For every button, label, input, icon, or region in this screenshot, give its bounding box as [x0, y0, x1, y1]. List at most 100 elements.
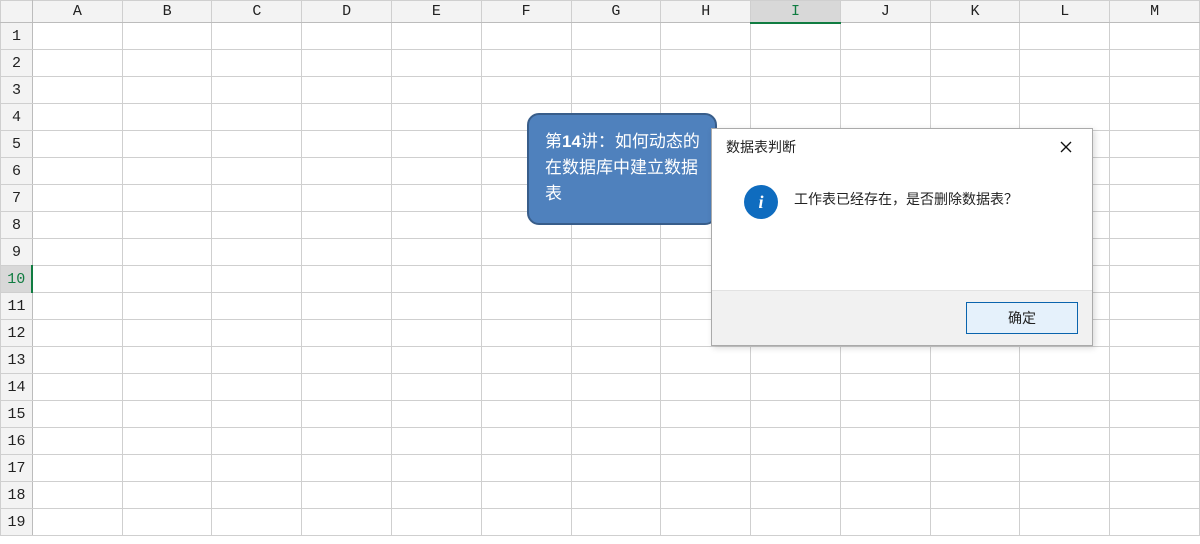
- cell[interactable]: [571, 509, 661, 536]
- cell[interactable]: [481, 428, 571, 455]
- row-header-16[interactable]: 16: [1, 428, 33, 455]
- cell[interactable]: [122, 455, 212, 482]
- cell[interactable]: [32, 239, 122, 266]
- cell[interactable]: [1110, 185, 1200, 212]
- cell[interactable]: [930, 23, 1020, 50]
- cell[interactable]: [32, 50, 122, 77]
- cell[interactable]: [32, 482, 122, 509]
- cell[interactable]: [751, 482, 841, 509]
- cell[interactable]: [122, 23, 212, 50]
- cell[interactable]: [302, 320, 392, 347]
- cell[interactable]: [751, 77, 841, 104]
- cell[interactable]: [392, 131, 482, 158]
- cell[interactable]: [840, 428, 930, 455]
- cell[interactable]: [302, 293, 392, 320]
- cell[interactable]: [212, 266, 302, 293]
- cell[interactable]: [302, 509, 392, 536]
- cell[interactable]: [212, 239, 302, 266]
- row-header-17[interactable]: 17: [1, 455, 33, 482]
- cell[interactable]: [212, 23, 302, 50]
- cell[interactable]: [571, 428, 661, 455]
- cell[interactable]: [751, 509, 841, 536]
- column-header-m[interactable]: M: [1110, 1, 1200, 23]
- cell[interactable]: [302, 77, 392, 104]
- cell[interactable]: [571, 50, 661, 77]
- cell[interactable]: [32, 509, 122, 536]
- cell[interactable]: [1110, 158, 1200, 185]
- cell[interactable]: [1110, 239, 1200, 266]
- cell[interactable]: [1110, 455, 1200, 482]
- row-header-18[interactable]: 18: [1, 482, 33, 509]
- cell[interactable]: [302, 374, 392, 401]
- cell[interactable]: [32, 293, 122, 320]
- cell[interactable]: [1110, 50, 1200, 77]
- cell[interactable]: [1110, 77, 1200, 104]
- cell[interactable]: [930, 509, 1020, 536]
- cell[interactable]: [840, 509, 930, 536]
- cell[interactable]: [840, 455, 930, 482]
- cell[interactable]: [481, 293, 571, 320]
- cell[interactable]: [212, 428, 302, 455]
- cell[interactable]: [751, 347, 841, 374]
- cell[interactable]: [392, 482, 482, 509]
- row-header-7[interactable]: 7: [1, 185, 33, 212]
- cell[interactable]: [840, 347, 930, 374]
- column-header-l[interactable]: L: [1020, 1, 1110, 23]
- cell[interactable]: [122, 185, 212, 212]
- cell[interactable]: [1110, 428, 1200, 455]
- cell[interactable]: [481, 347, 571, 374]
- row-header-5[interactable]: 5: [1, 131, 33, 158]
- cell[interactable]: [840, 374, 930, 401]
- cell[interactable]: [1020, 104, 1110, 131]
- cell[interactable]: [392, 347, 482, 374]
- cell[interactable]: [481, 401, 571, 428]
- cell[interactable]: [930, 347, 1020, 374]
- row-header-6[interactable]: 6: [1, 158, 33, 185]
- cell[interactable]: [302, 131, 392, 158]
- cell[interactable]: [122, 482, 212, 509]
- cell[interactable]: [481, 23, 571, 50]
- cell[interactable]: [661, 455, 751, 482]
- cell[interactable]: [392, 212, 482, 239]
- row-header-3[interactable]: 3: [1, 77, 33, 104]
- cell[interactable]: [661, 482, 751, 509]
- cell[interactable]: [302, 23, 392, 50]
- row-header-1[interactable]: 1: [1, 23, 33, 50]
- cell[interactable]: [212, 158, 302, 185]
- cell[interactable]: [571, 455, 661, 482]
- cell[interactable]: [212, 320, 302, 347]
- cell[interactable]: [1110, 212, 1200, 239]
- cell[interactable]: [212, 50, 302, 77]
- cell[interactable]: [32, 428, 122, 455]
- cell[interactable]: [571, 23, 661, 50]
- cell[interactable]: [1020, 374, 1110, 401]
- cell[interactable]: [1110, 482, 1200, 509]
- cell[interactable]: [122, 509, 212, 536]
- column-header-b[interactable]: B: [122, 1, 212, 23]
- cell[interactable]: [212, 482, 302, 509]
- cell[interactable]: [481, 266, 571, 293]
- cell[interactable]: [212, 374, 302, 401]
- cell[interactable]: [661, 77, 751, 104]
- row-header-14[interactable]: 14: [1, 374, 33, 401]
- cell[interactable]: [751, 104, 841, 131]
- cell[interactable]: [751, 428, 841, 455]
- cell[interactable]: [122, 239, 212, 266]
- cell[interactable]: [392, 239, 482, 266]
- cell[interactable]: [840, 401, 930, 428]
- cell[interactable]: [392, 77, 482, 104]
- column-header-e[interactable]: E: [392, 1, 482, 23]
- cell[interactable]: [751, 455, 841, 482]
- row-header-13[interactable]: 13: [1, 347, 33, 374]
- cell[interactable]: [1110, 266, 1200, 293]
- column-header-k[interactable]: K: [930, 1, 1020, 23]
- cell[interactable]: [32, 374, 122, 401]
- cell[interactable]: [32, 401, 122, 428]
- cell[interactable]: [302, 428, 392, 455]
- cell[interactable]: [930, 401, 1020, 428]
- cell[interactable]: [751, 23, 841, 50]
- cell[interactable]: [392, 23, 482, 50]
- cell[interactable]: [930, 50, 1020, 77]
- row-header-2[interactable]: 2: [1, 50, 33, 77]
- cell[interactable]: [930, 104, 1020, 131]
